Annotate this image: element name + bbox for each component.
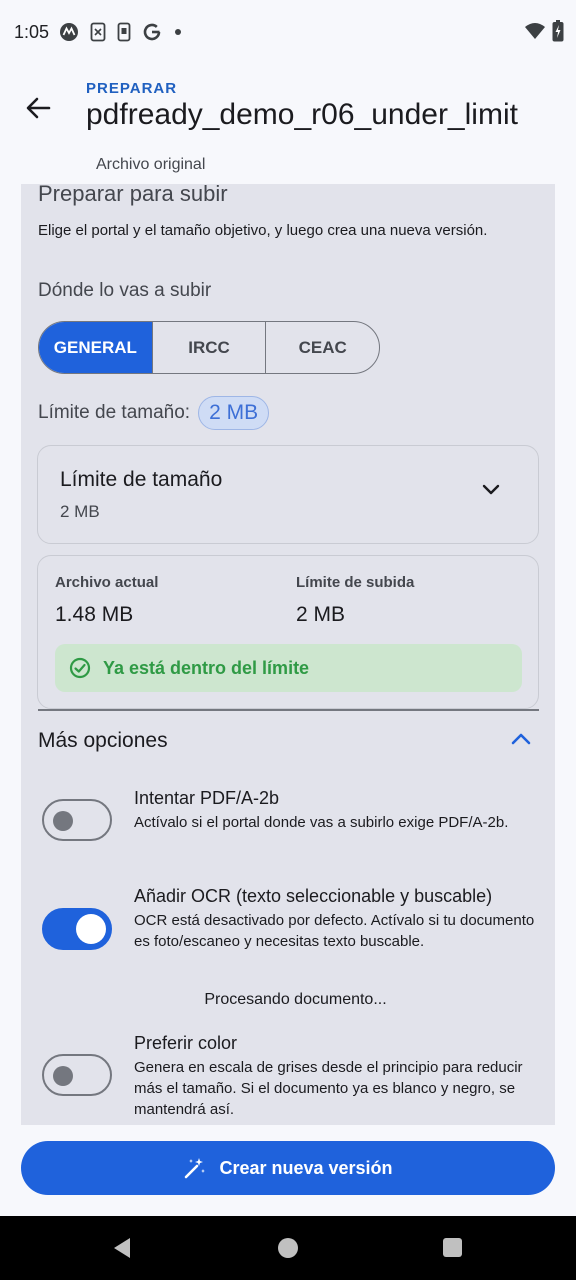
content-scroll-area[interactable]: Preparar para subir Elige el portal y el…: [0, 184, 576, 1125]
pdfa-option-description: Actívalo si el portal donde vas a subirl…: [134, 814, 509, 831]
upload-limit-value: 2 MB: [296, 603, 346, 626]
header-overline: PREPARAR: [86, 80, 178, 97]
pdfa-option-title: Intentar PDF/A-2b: [134, 788, 280, 808]
within-limit-text: Ya está dentro del límite: [103, 657, 310, 678]
size-limit-label: Límite de tamaño:: [38, 402, 191, 423]
phone-icon: [117, 22, 131, 42]
portal-selector: GENERAL IRCC CEAC: [38, 321, 380, 374]
bottom-action-bar: Crear nueva versión: [0, 1125, 576, 1216]
current-file-info: Archivo actual 1.48 MB: [55, 574, 158, 627]
prefer-color-option-title: Preferir color: [134, 1033, 238, 1053]
size-limit-dropdown[interactable]: Límite de tamaño 2 MB: [37, 445, 539, 544]
arrow-back-icon: [26, 97, 51, 119]
current-file-label: Archivo actual: [55, 574, 159, 591]
current-file-size: 1.48 MB: [55, 603, 134, 626]
nav-recents-icon[interactable]: [443, 1238, 462, 1257]
ocr-option-title: Añadir OCR (texto seleccionable y buscab…: [134, 886, 493, 906]
file-size-info: Archivo actual 1.48 MB Límite de subida …: [37, 555, 539, 709]
battery-charging-icon: [552, 20, 564, 47]
dropdown-label: Límite de tamaño: [60, 468, 223, 491]
chevron-down-icon: [482, 484, 500, 495]
size-limit-chip: 2 MB: [198, 396, 270, 430]
upload-limit-info: Límite de subida 2 MB: [296, 574, 414, 627]
size-limit-row: Límite de tamaño: 2 MB: [38, 396, 270, 430]
wifi-icon: [524, 22, 546, 45]
create-version-label: Crear nueva versión: [219, 1157, 393, 1178]
ocr-option-description: OCR está desactivado por defecto. Actíva…: [134, 912, 535, 950]
toggle-knob: [53, 1066, 73, 1086]
section-description: Elige el portal y el tamaño objetivo, y …: [38, 222, 488, 239]
check-circle-icon: [69, 657, 91, 679]
system-nav-bar: [0, 1216, 576, 1280]
portal-option-ircc[interactable]: IRCC: [153, 322, 267, 373]
page-title: pdfready_demo_r06_under_limit: [86, 98, 518, 131]
pdfa-toggle[interactable]: [42, 799, 112, 841]
status-bar: 1:05: [0, 0, 576, 64]
back-button[interactable]: [16, 86, 60, 130]
header-subtitle: Archivo original: [96, 156, 206, 173]
nav-home-icon[interactable]: [278, 1238, 298, 1258]
more-options-header[interactable]: Más opciones: [38, 729, 168, 753]
create-version-button[interactable]: Crear nueva versión: [21, 1141, 555, 1195]
dot-icon: [173, 27, 183, 37]
section-title: Preparar para subir: [38, 184, 228, 206]
portal-option-general[interactable]: GENERAL: [39, 322, 153, 373]
toggle-knob: [53, 811, 73, 831]
motorola-icon: [59, 22, 79, 42]
prefer-color-toggle[interactable]: [42, 1054, 112, 1096]
dropdown-value: 2 MB: [60, 502, 100, 521]
nav-back-icon[interactable]: [112, 1237, 132, 1259]
ocr-toggle[interactable]: [42, 908, 112, 950]
google-icon: [142, 22, 162, 42]
status-time: 1:05: [14, 21, 50, 42]
toggle-knob: [76, 914, 106, 944]
processing-text: Procesando documento...: [204, 991, 387, 1008]
magic-wand-icon: [185, 1158, 206, 1179]
upload-destination-label: Dónde lo vas a subir: [38, 280, 212, 301]
divider: [38, 709, 539, 711]
chevron-up-icon[interactable]: [510, 732, 532, 746]
within-limit-banner: Ya está dentro del límite: [55, 644, 522, 692]
upload-limit-label: Límite de subida: [296, 574, 415, 591]
sim-card-icon: [90, 22, 106, 42]
portal-option-ceac[interactable]: CEAC: [266, 322, 379, 373]
prefer-color-option-description: Genera en escala de grises desde el prin…: [134, 1059, 523, 1118]
app-header: PREPARAR pdfready_demo_r06_under_limit A…: [0, 64, 576, 184]
